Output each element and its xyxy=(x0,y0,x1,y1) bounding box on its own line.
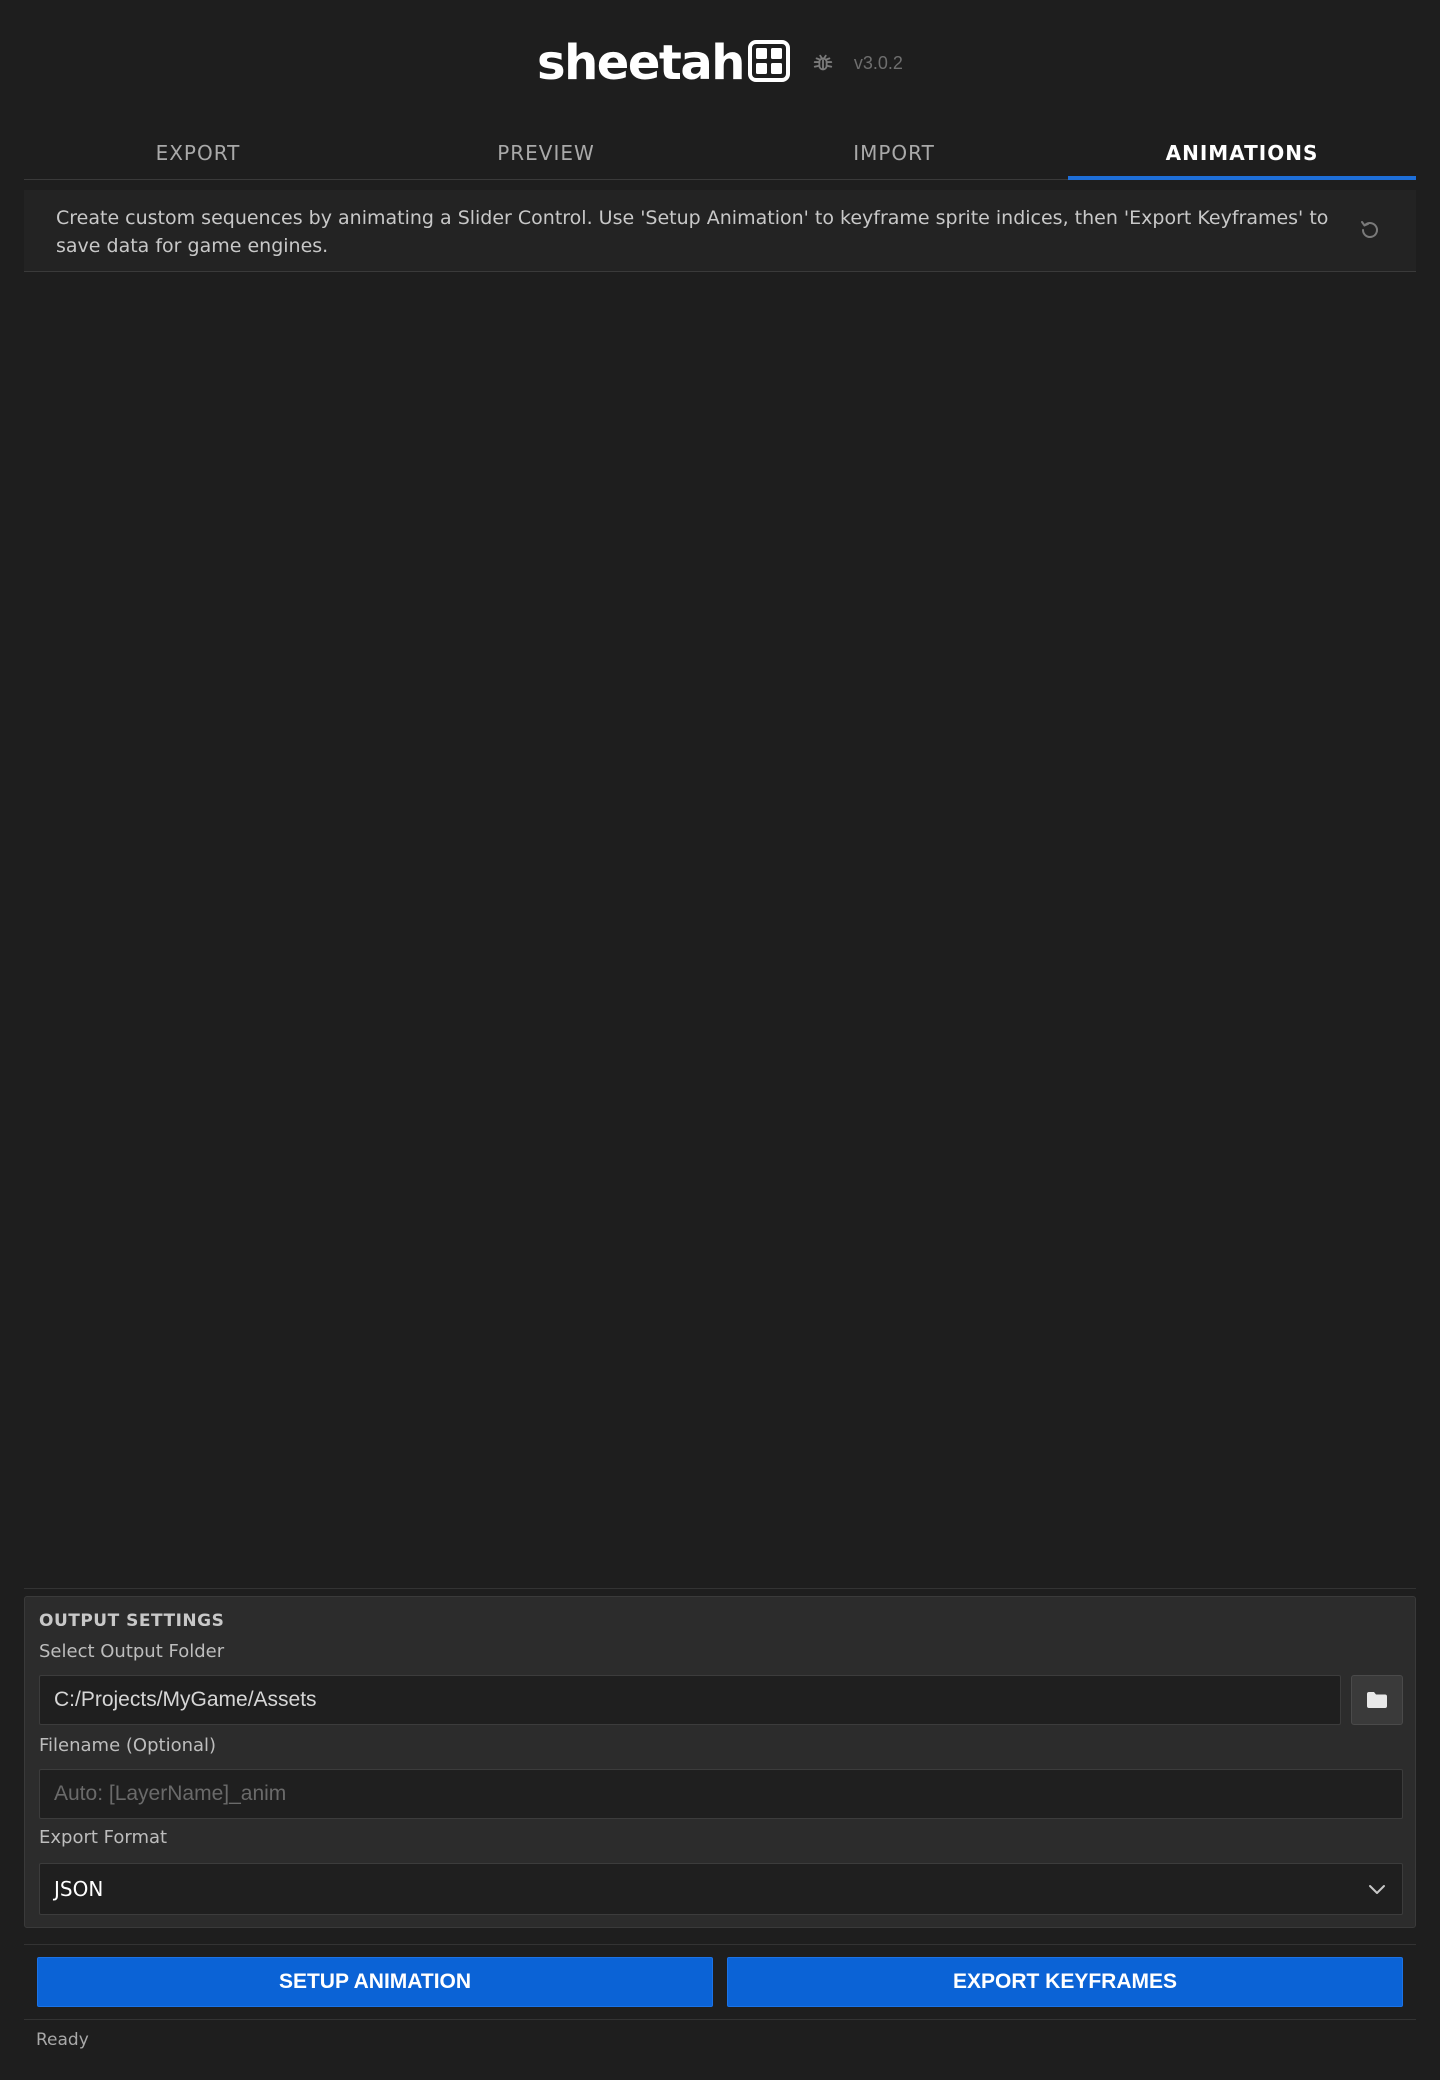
filename-input[interactable] xyxy=(39,1769,1403,1819)
status-text: Ready xyxy=(36,2030,89,2050)
export-keyframes-button[interactable]: EXPORT KEYFRAMES xyxy=(727,1957,1403,2007)
output-folder-input[interactable] xyxy=(39,1675,1341,1725)
tab-animations[interactable]: ANIMATIONS xyxy=(1068,126,1416,180)
setup-animation-button[interactable]: SETUP ANIMATION xyxy=(37,1957,713,2007)
status-bar: Ready xyxy=(24,2020,1416,2060)
filename-label: Filename (Optional) xyxy=(39,1735,217,1756)
export-format-select[interactable]: JSON xyxy=(39,1863,1403,1915)
export-format-value: JSON xyxy=(54,1877,104,1901)
output-settings-panel: OUTPUT SETTINGS Select Output Folder Fil… xyxy=(24,1596,1416,1928)
content-area xyxy=(24,272,1416,1588)
browse-folder-button[interactable] xyxy=(1351,1675,1403,1725)
bug-icon[interactable] xyxy=(812,52,834,74)
export-format-label: Export Format xyxy=(39,1827,168,1848)
tab-import[interactable]: IMPORT xyxy=(720,126,1068,179)
tab-preview[interactable]: PREVIEW xyxy=(372,126,720,179)
version-label: v3.0.2 xyxy=(853,52,903,73)
tab-export[interactable]: EXPORT xyxy=(24,126,372,179)
reset-icon[interactable] xyxy=(1358,218,1382,242)
app-root: sheetah v3.0.2 EXPORT PREVIEW IMPORT ANI… xyxy=(0,0,1440,2080)
grid-logo-icon xyxy=(747,40,790,82)
folder-icon xyxy=(1366,1691,1388,1709)
info-banner: Create custom sequences by animating a S… xyxy=(24,190,1416,272)
header: sheetah v3.0.2 xyxy=(0,36,1440,90)
output-folder-label: Select Output Folder xyxy=(39,1641,225,1662)
logo-text: sheetah xyxy=(537,35,745,91)
output-settings-title: OUTPUT SETTINGS xyxy=(39,1611,225,1631)
action-bar: SETUP ANIMATION EXPORT KEYFRAMES xyxy=(24,1944,1416,2020)
tab-bar: EXPORT PREVIEW IMPORT ANIMATIONS xyxy=(24,126,1416,180)
chevron-down-icon xyxy=(1366,1878,1388,1900)
info-text: Create custom sequences by animating a S… xyxy=(56,207,1329,257)
